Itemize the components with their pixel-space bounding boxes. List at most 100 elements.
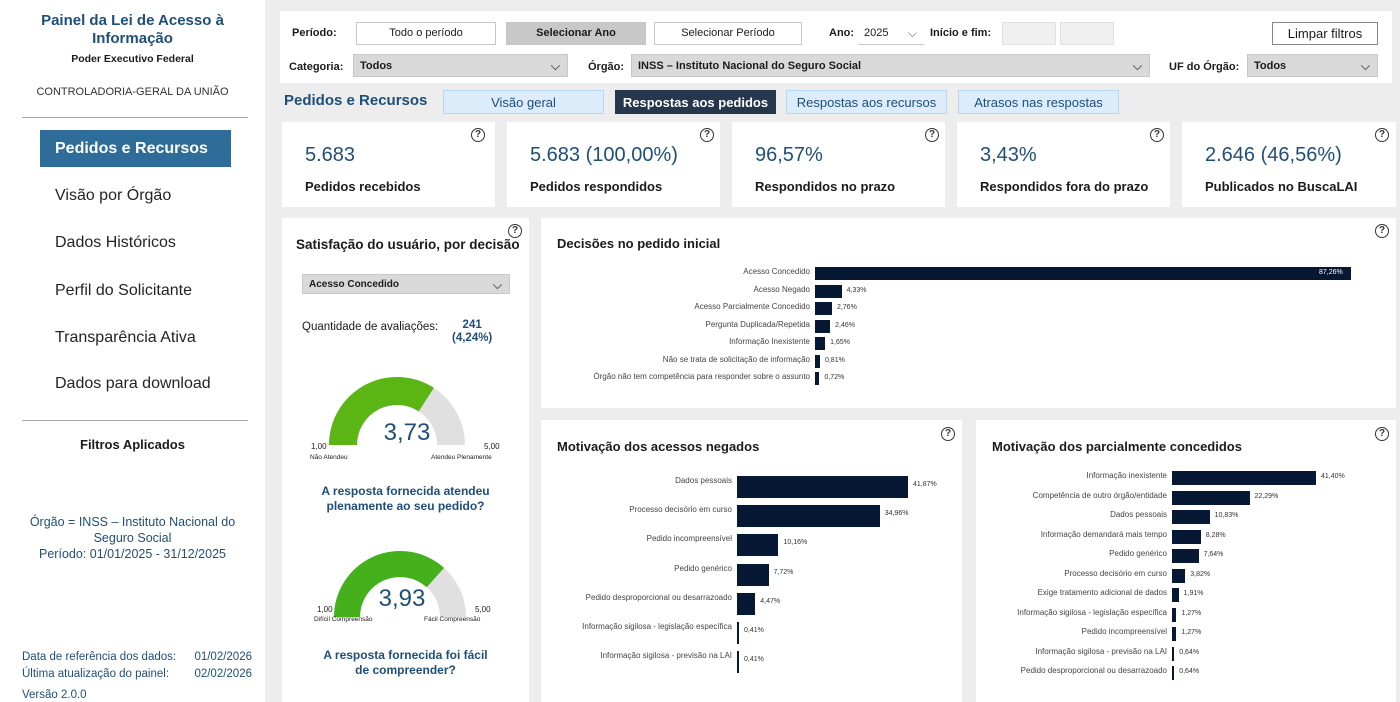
orgao-label: Órgão: bbox=[588, 61, 625, 73]
tab-atrasos-respostas[interactable]: Atrasos nas respostas bbox=[958, 90, 1119, 114]
nav-perfil-solicitante[interactable]: Perfil do Solicitante bbox=[40, 272, 231, 309]
help-icon[interactable]: ? bbox=[1375, 224, 1389, 238]
help-icon[interactable]: ? bbox=[1150, 128, 1164, 142]
bar-label: Exige tratamento adicional de dados bbox=[1037, 588, 1167, 597]
date-end-input[interactable] bbox=[1060, 22, 1114, 45]
help-icon[interactable]: ? bbox=[508, 224, 522, 238]
bar[interactable] bbox=[1172, 549, 1199, 563]
chart-title: Decisões no pedido inicial bbox=[557, 236, 721, 251]
bar[interactable] bbox=[1172, 568, 1186, 583]
bar[interactable] bbox=[737, 592, 756, 615]
version-label: Versão 2.0.0 bbox=[22, 689, 87, 701]
parciais-card: ? Motivação dos parcialmente concedidos … bbox=[976, 420, 1396, 702]
nav-dados-download[interactable]: Dados para download bbox=[40, 365, 231, 402]
bar-label: Órgão não tem competência para responder… bbox=[593, 372, 810, 381]
bar-label: Pedido desproporcional ou desarrazoado bbox=[1020, 666, 1167, 675]
kpi-value: 3,43% bbox=[980, 144, 1037, 166]
categoria-select[interactable]: Todos ⌵ bbox=[353, 54, 568, 77]
help-icon[interactable]: ? bbox=[941, 427, 955, 441]
bar[interactable] bbox=[1172, 490, 1250, 505]
ano-value: 2025 bbox=[864, 27, 889, 39]
nav-transparencia-ativa[interactable]: Transparência Ativa bbox=[40, 319, 231, 356]
decisoes-card: ? Decisões no pedido inicial Acesso Conc… bbox=[541, 218, 1396, 408]
bar-label: Pedido desproporcional ou desarrazoado bbox=[585, 592, 732, 602]
gauge-value: 3,93 bbox=[378, 585, 426, 612]
clear-filters-button[interactable]: Limpar filtros bbox=[1272, 22, 1378, 45]
bar[interactable] bbox=[1172, 646, 1175, 661]
bar[interactable] bbox=[815, 302, 832, 315]
bar[interactable] bbox=[737, 563, 769, 586]
bar[interactable] bbox=[1172, 627, 1177, 641]
periodo-periodo-button[interactable]: Selecionar Período bbox=[654, 22, 802, 45]
bar[interactable] bbox=[1172, 510, 1210, 524]
qtd-label: Quantidade de avaliações: bbox=[302, 321, 439, 333]
bar[interactable] bbox=[815, 354, 820, 368]
tab-respostas-recursos[interactable]: Respostas aos recursos bbox=[786, 90, 947, 114]
bar-label: Processo decisório em curso bbox=[1064, 568, 1167, 578]
bar-value-label: 0,64% bbox=[1179, 648, 1200, 656]
help-icon[interactable]: ? bbox=[471, 128, 485, 142]
bar[interactable] bbox=[815, 337, 826, 350]
bar-value-label: 4,47% bbox=[760, 597, 781, 605]
app-subtitle: Poder Executivo Federal bbox=[71, 53, 194, 65]
bar-label: Competência de outro órgão/entidade bbox=[1032, 490, 1167, 500]
org-name: CONTROLADORIA-GERAL DA UNIÃO bbox=[36, 86, 229, 98]
gauge-question: A resposta fornecida atendeu plenamente … bbox=[321, 484, 490, 513]
periodo-ano-button[interactable]: Selecionar Ano bbox=[506, 22, 646, 45]
help-icon[interactable]: ? bbox=[1375, 128, 1389, 142]
bar[interactable] bbox=[815, 372, 820, 385]
chart-title: Motivação dos parcialmente concedidos bbox=[992, 439, 1242, 454]
nav-dados-historicos[interactable]: Dados Históricos bbox=[40, 224, 231, 261]
bar[interactable] bbox=[737, 622, 739, 644]
filter-bar: Período: Todo o período Selecionar Ano S… bbox=[280, 11, 1392, 83]
ano-select[interactable]: 2025 ⌵ bbox=[858, 22, 924, 45]
chevron-down-icon: ⌵ bbox=[1360, 59, 1370, 73]
bar-label: Pedido incompreensível bbox=[646, 534, 732, 544]
gauge-max: 5,00 bbox=[484, 442, 500, 451]
bar-value-label: 10,16% bbox=[783, 539, 808, 547]
bar-label: Informação Inexistente bbox=[729, 337, 810, 346]
nav-pedidos-recursos[interactable]: Pedidos e Recursos bbox=[40, 130, 231, 167]
bar[interactable] bbox=[737, 476, 908, 498]
periodo-todo-button[interactable]: Todo o período bbox=[356, 22, 496, 45]
bar-value-label: 2,76% bbox=[836, 304, 857, 311]
decision-select[interactable]: Acesso Concedido ⌵ bbox=[302, 274, 510, 294]
date-start-input[interactable] bbox=[1002, 22, 1056, 45]
bar[interactable] bbox=[1172, 471, 1316, 485]
bar[interactable] bbox=[737, 651, 739, 674]
bar[interactable] bbox=[815, 319, 831, 333]
tab-visao-geral[interactable]: Visão geral bbox=[443, 90, 604, 114]
tab-respostas-pedidos[interactable]: Respostas aos pedidos bbox=[615, 90, 776, 114]
bar[interactable] bbox=[1172, 607, 1177, 622]
help-icon[interactable]: ? bbox=[925, 128, 939, 142]
bar-value-label: 41,87% bbox=[913, 481, 937, 488]
kpi-card: ? 3,43% Respondidos fora do prazo bbox=[957, 122, 1170, 207]
bar-value-label: 8,28% bbox=[1205, 531, 1226, 539]
bar-value-label: 0,72% bbox=[824, 374, 845, 381]
bar-value-label: 22,29% bbox=[1254, 492, 1279, 500]
bar[interactable] bbox=[815, 284, 842, 298]
bar[interactable] bbox=[1172, 529, 1201, 544]
bar[interactable] bbox=[737, 505, 880, 528]
bar-value-label: 1,65% bbox=[830, 339, 850, 346]
bar-label: Informação sigilosa - legislação específ… bbox=[1017, 607, 1167, 617]
orgao-select[interactable]: INSS – Instituto Nacional do Seguro Soci… bbox=[631, 54, 1150, 77]
chevron-down-icon: ⌵ bbox=[907, 26, 917, 40]
uf-select[interactable]: Todos ⌵ bbox=[1247, 54, 1378, 77]
bar-value-label: 0,64% bbox=[1179, 668, 1200, 675]
help-icon[interactable]: ? bbox=[700, 128, 714, 142]
kpi-card: ? 5.683 Pedidos recebidos bbox=[282, 122, 495, 207]
help-icon[interactable]: ? bbox=[1375, 427, 1389, 441]
bar[interactable] bbox=[737, 534, 779, 557]
categoria-label: Categoria: bbox=[289, 61, 344, 73]
kpi-value: 2.646 (46,56%) bbox=[1205, 144, 1342, 166]
bar[interactable] bbox=[815, 267, 1351, 280]
filters-applied-text: Órgão = INSS – Instituto Nacional do Seg… bbox=[0, 514, 265, 562]
gauge-value: 3,73 bbox=[383, 419, 431, 446]
gauge-min: 1,00 bbox=[311, 442, 327, 451]
nav-visao-orgao[interactable]: Visão por Órgão bbox=[40, 177, 231, 214]
bar[interactable] bbox=[1172, 666, 1175, 680]
update-date-line: Última atualização do painel: 02/02/2026 bbox=[22, 668, 252, 680]
bar[interactable] bbox=[1172, 588, 1179, 602]
bar-label: Informação sigilosa - previsão na LAI bbox=[600, 651, 732, 661]
